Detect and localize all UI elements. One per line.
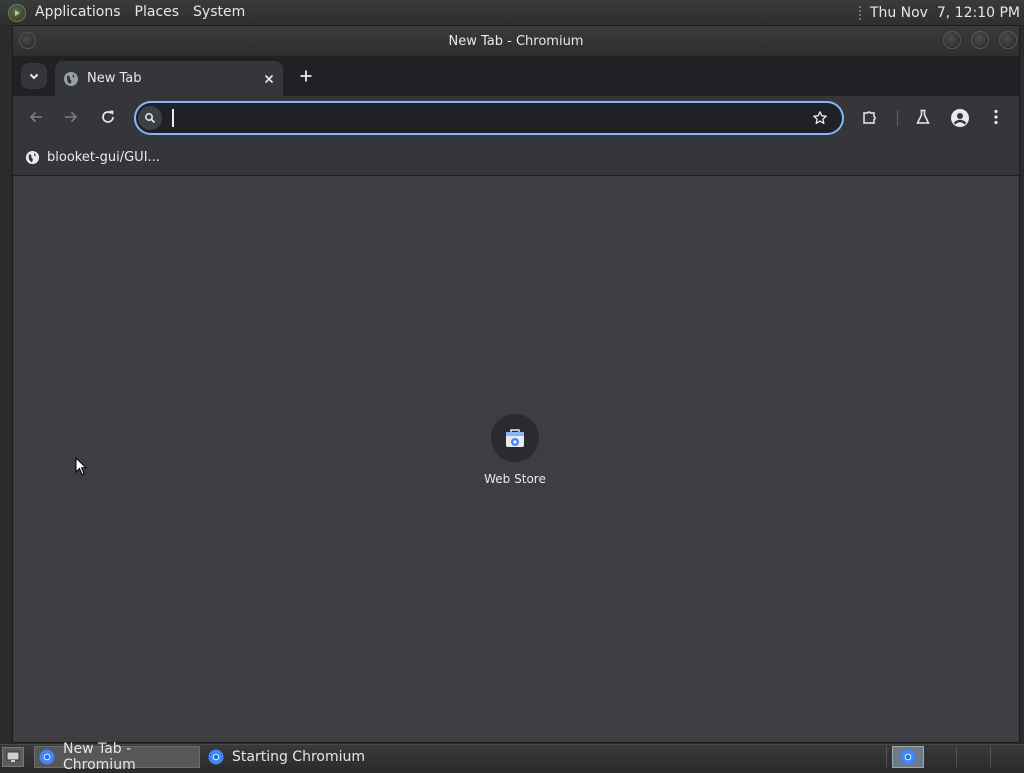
web-store-icon <box>491 414 539 462</box>
minimize-button[interactable] <box>943 31 961 49</box>
toolbar-separator <box>897 110 898 126</box>
bottom-taskbar: New Tab - Chromium Starting Chromium <box>0 741 1024 773</box>
shortcut-web-store[interactable]: Web Store <box>475 414 555 486</box>
shortcut-label: Web Store <box>484 472 546 486</box>
back-button[interactable] <box>27 108 45 126</box>
extensions-icon[interactable] <box>861 108 879 126</box>
system-menu-bar: Applications Places System <box>0 0 252 25</box>
search-icon <box>138 106 162 130</box>
tab-label: New Tab <box>87 71 142 86</box>
chromium-icon <box>208 749 224 765</box>
taskbar-item-label: Starting Chromium <box>232 748 365 765</box>
globe-icon <box>25 150 40 165</box>
tray-separator <box>956 747 957 767</box>
tray-separator <box>886 747 887 767</box>
plus-icon <box>300 70 312 82</box>
window-titlebar[interactable]: New Tab - Chromium <box>13 26 1019 56</box>
places-menu[interactable]: Places <box>128 0 187 25</box>
browser-window: New Tab - Chromium New Tab blooket-gui/G… <box>12 25 1020 743</box>
close-window-button[interactable] <box>999 31 1017 49</box>
desktop-icon <box>6 751 20 762</box>
clock[interactable]: Thu Nov 7, 12:10 PM <box>870 5 1020 21</box>
system-menu[interactable]: System <box>186 0 252 25</box>
bookmarks-bar: blooket-gui/GUI... <box>13 140 1019 176</box>
show-desktop-button[interactable] <box>2 746 24 767</box>
tray-separator <box>990 747 991 767</box>
window-controls <box>943 31 1017 49</box>
tab-strip: New Tab <box>13 56 1019 96</box>
tab-new-tab[interactable]: New Tab <box>55 61 283 96</box>
tray-chromium-icon[interactable] <box>892 746 924 768</box>
panel-grip-handle[interactable] <box>857 4 862 21</box>
new-tab-button[interactable] <box>297 67 315 85</box>
tab-search-button[interactable] <box>21 63 47 89</box>
address-input[interactable] <box>173 104 812 132</box>
globe-icon <box>63 71 79 87</box>
labs-flask-icon[interactable] <box>914 108 932 126</box>
taskbar-item-chromium[interactable]: New Tab - Chromium <box>34 741 200 773</box>
chromium-icon <box>39 749 55 765</box>
arrow-right-icon <box>65 111 78 123</box>
mouse-cursor-icon <box>75 456 88 480</box>
chevron-down-icon <box>29 73 39 80</box>
profile-avatar-icon[interactable] <box>950 108 970 128</box>
forward-button[interactable] <box>62 108 80 126</box>
close-tab-icon[interactable] <box>263 73 275 85</box>
clock-area: Thu Nov 7, 12:10 PM <box>857 4 1024 21</box>
window-menu-button[interactable] <box>19 32 36 49</box>
applications-menu[interactable]: Applications <box>28 0 128 25</box>
more-menu-icon[interactable] <box>987 108 1005 126</box>
reload-icon <box>102 110 114 123</box>
arrow-left-icon <box>29 111 42 123</box>
window-title: New Tab - Chromium <box>448 33 584 49</box>
distro-logo-icon[interactable] <box>8 3 26 22</box>
bookmark-star-icon[interactable] <box>812 110 828 126</box>
reload-button[interactable] <box>99 108 117 126</box>
new-tab-page: Web Store <box>13 176 1019 742</box>
maximize-button[interactable] <box>971 31 989 49</box>
top-panel: Applications Places System Thu Nov 7, 12… <box>0 0 1024 25</box>
browser-toolbar <box>13 96 1019 140</box>
bookmark-label: blooket-gui/GUI... <box>47 150 160 165</box>
taskbar-item-starting-chromium[interactable]: Starting Chromium <box>204 746 373 768</box>
bookmark-item[interactable]: blooket-gui/GUI... <box>25 150 160 165</box>
address-bar[interactable] <box>134 101 844 135</box>
